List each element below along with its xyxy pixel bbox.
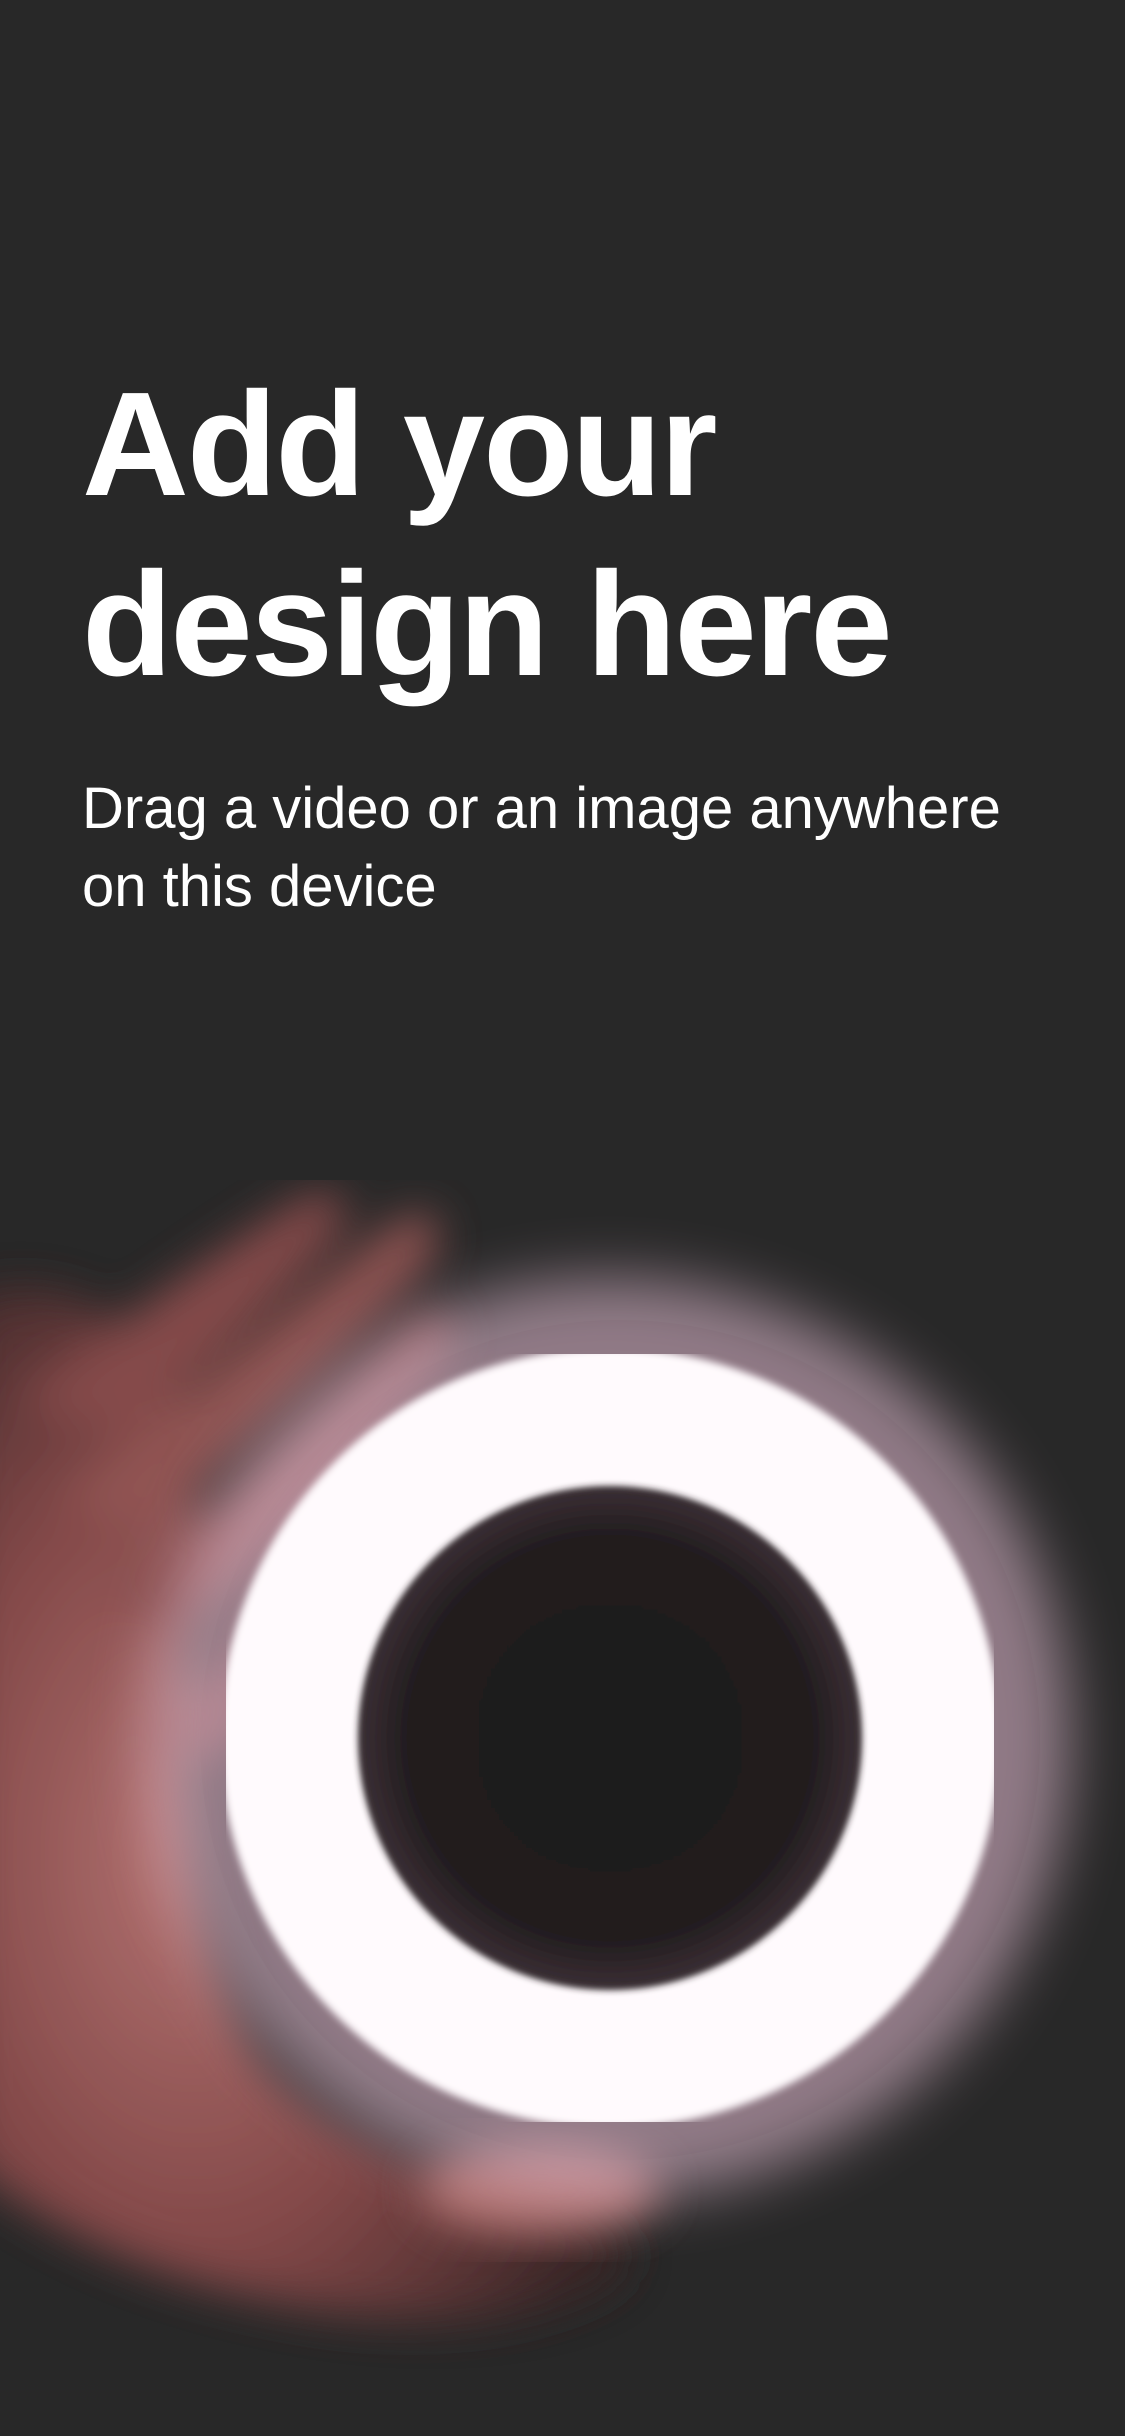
- headline: Add your design here: [82, 355, 1082, 715]
- headline-line-1: Add your: [82, 362, 718, 527]
- placeholder-photo: [0, 1180, 1125, 2436]
- device-screen[interactable]: Add your design here Drag a video or an …: [0, 0, 1125, 2436]
- subtitle-line-1: Drag a video or an image anywhere: [82, 776, 1001, 841]
- ring-light-center: [360, 1488, 860, 1988]
- subtitle: Drag a video or an image anywhere on thi…: [82, 770, 1082, 926]
- subtitle-line-2: on this device: [82, 854, 437, 919]
- headline-line-2: design here: [82, 542, 893, 707]
